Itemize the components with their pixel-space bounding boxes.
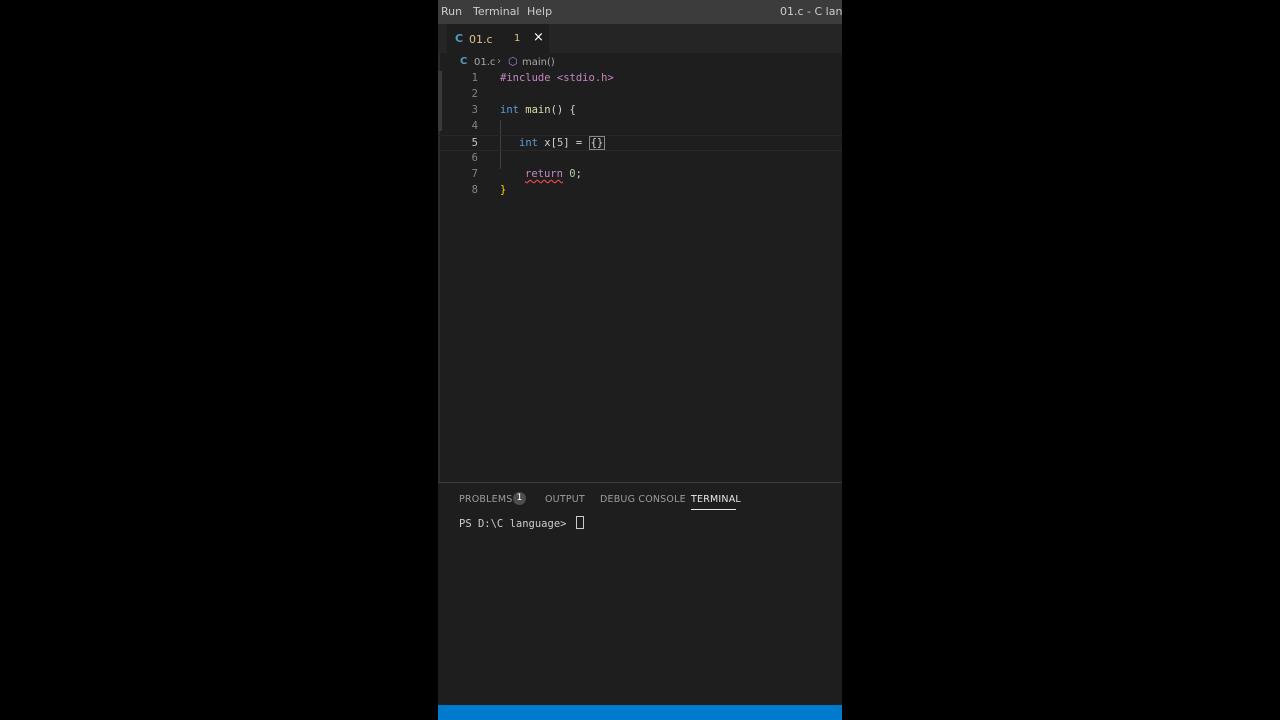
code-line-7[interactable]: 7 return 0; <box>438 167 842 183</box>
return-keyword: return <box>525 168 563 180</box>
identifier: x[ <box>537 137 557 149</box>
line-number: 1 <box>471 72 478 84</box>
terminal-output[interactable]: PS D:\C language> <box>459 516 584 530</box>
tab-debug-console[interactable]: DEBUG CONSOLE <box>600 494 686 505</box>
active-tab-indicator <box>691 509 736 510</box>
breadcrumb: C 01.c › ⬡ main() <box>438 53 842 71</box>
semicolon: ; <box>575 168 582 180</box>
panel-bottom-strip <box>438 689 842 705</box>
tab-terminal[interactable]: TERMINAL <box>691 494 741 505</box>
code-text: int main() { <box>500 104 576 116</box>
code-text: int x[5] = {} <box>519 136 606 150</box>
line-number: 3 <box>471 104 478 116</box>
title-bar: Run Terminal Help 01.c - C langu <box>438 0 842 24</box>
terminal-cursor <box>575 516 584 529</box>
code-line-3[interactable]: 3 int main() { <box>438 103 842 119</box>
punctuation: () { <box>550 104 576 116</box>
code-line-5[interactable]: 5 int x[5] = {} <box>438 135 842 151</box>
tab-problems[interactable]: PROBLEMS <box>459 494 512 505</box>
code-line-6[interactable]: 6 <box>438 151 842 167</box>
code-text: return 0; <box>525 168 582 180</box>
code-text: #include <stdio.h> <box>500 72 614 84</box>
close-icon[interactable]: × <box>533 30 544 45</box>
code-editor[interactable]: 1 #include <stdio.h> 2 3 int main() { 4 … <box>438 71 842 481</box>
chevron-right-icon: › <box>497 56 501 67</box>
status-bar <box>438 705 842 720</box>
menu-help[interactable]: Help <box>527 5 552 18</box>
breadcrumb-symbol[interactable]: main() <box>522 57 555 68</box>
line-number: 8 <box>471 184 478 196</box>
symbol-method-icon: ⬡ <box>508 55 518 68</box>
editor-tab-bar: C 01.c 1 × <box>438 24 842 54</box>
c-file-icon: C <box>455 32 464 45</box>
line-number: 7 <box>471 168 478 180</box>
window-title: 01.c - C langu <box>780 5 842 18</box>
tab-label: 01.c <box>469 33 493 46</box>
line-number: 5 <box>471 137 478 149</box>
menu-run[interactable]: Run <box>441 5 462 18</box>
brace-pair: {} <box>588 136 606 150</box>
preprocessor-keyword: #include <box>500 72 551 84</box>
function-name: main <box>518 104 551 116</box>
code-line-1[interactable]: 1 #include <stdio.h> <box>438 71 842 87</box>
assignment: ] = <box>563 137 589 149</box>
line-number: 6 <box>471 152 478 164</box>
type-keyword: int <box>519 137 538 149</box>
menu-terminal[interactable]: Terminal <box>473 5 520 18</box>
tab-problem-count: 1 <box>514 33 521 44</box>
include-target: <stdio.h> <box>550 72 614 84</box>
terminal-prompt: PS D:\C language> <box>459 518 573 530</box>
line-number: 4 <box>471 120 478 132</box>
closing-brace: } <box>500 184 507 196</box>
code-line-2[interactable]: 2 <box>438 87 842 103</box>
line-number: 2 <box>471 88 478 100</box>
vscode-window: Run Terminal Help 01.c - C langu C 01.c … <box>438 0 842 720</box>
code-line-4[interactable]: 4 <box>438 119 842 135</box>
c-file-icon: C <box>460 56 468 67</box>
type-keyword: int <box>500 104 519 116</box>
tab-01c[interactable]: C 01.c 1 × <box>447 24 549 54</box>
bottom-panel: PROBLEMS 1 OUTPUT DEBUG CONSOLE TERMINAL… <box>438 482 842 690</box>
problems-count-badge: 1 <box>513 492 526 505</box>
code-line-8[interactable]: 8 } <box>438 183 842 199</box>
tab-output[interactable]: OUTPUT <box>545 494 585 505</box>
breadcrumb-file[interactable]: 01.c <box>474 57 495 68</box>
